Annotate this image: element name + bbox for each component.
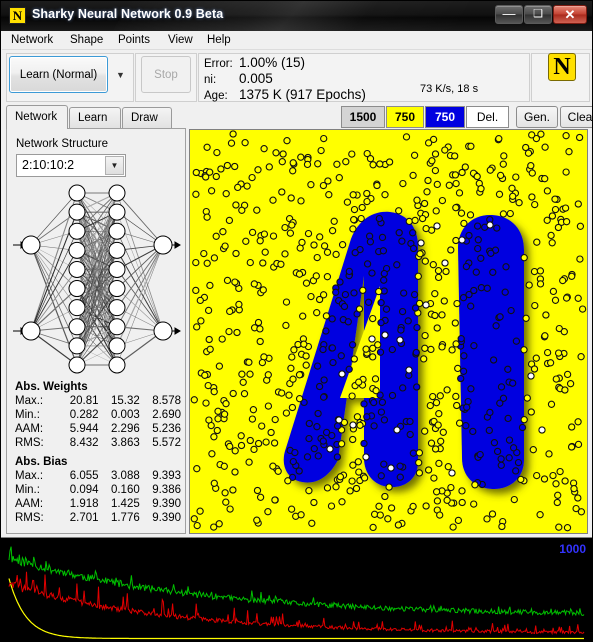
row-col2: 2.296 (110, 423, 140, 435)
brand-logo-icon: N (548, 53, 576, 81)
minimize-button[interactable]: — (495, 5, 523, 24)
menu-item-view[interactable]: View (163, 33, 198, 47)
row-col2: 0.160 (110, 484, 140, 496)
generate-points-button[interactable]: Gen. (516, 106, 558, 128)
graph-plot (1, 538, 592, 641)
age-value: 1375 K (917 Epochs) (239, 87, 366, 102)
row-col1: 5.944 (69, 423, 99, 435)
menu-item-network[interactable]: Network (6, 33, 58, 47)
row-col1: 6.055 (69, 470, 99, 482)
row-col3: 5.572 (152, 437, 181, 449)
row-col1: 0.094 (69, 484, 99, 496)
error-value: 1.00% (15) (239, 55, 306, 70)
table-row: Min.: 0.094 0.160 9.386 (15, 483, 185, 497)
row-col3: 9.390 (152, 512, 181, 524)
maximize-button[interactable]: ❑ (524, 5, 552, 24)
row-col3: 9.393 (152, 470, 181, 482)
row-col3: 8.578 (152, 395, 181, 407)
table-row: RMS: 8.432 3.863 5.572 (15, 436, 185, 450)
row-col3: 5.236 (152, 423, 181, 435)
row-col2: 1.776 (110, 512, 140, 524)
row-key: Max.: (15, 395, 44, 407)
row-key: AAM: (15, 423, 44, 435)
stop-button[interactable]: Stop (141, 56, 191, 93)
tab-draw[interactable]: Draw (122, 107, 172, 128)
network-structure-select[interactable]: 2:10:10:2 ▼ (16, 154, 126, 177)
row-col1: 1.918 (69, 498, 99, 510)
speed-indicator: 73 K/s, 18 s (420, 83, 479, 95)
menu-item-shape[interactable]: Shape (65, 33, 108, 47)
row-key: Max.: (15, 470, 44, 482)
age-label: Age: (204, 90, 228, 102)
tab-network[interactable]: Network (6, 105, 68, 129)
table-row: AAM: 1.918 1.425 9.390 (15, 497, 185, 511)
row-col2: 3.863 (110, 437, 140, 449)
table-row: Max.: 6.055 3.088 9.393 (15, 469, 185, 483)
app-icon: N (9, 7, 26, 24)
abs-bias-block: Abs. Bias Max.: 6.055 3.088 9.393 Min.: … (15, 456, 185, 525)
menu-item-help[interactable]: Help (202, 33, 236, 47)
close-icon: ✕ (564, 7, 576, 22)
row-col3: 9.386 (152, 484, 181, 496)
row-key: AAM: (15, 498, 44, 510)
chevron-down-icon[interactable]: ▼ (112, 56, 129, 93)
row-col3: 9.390 (152, 498, 181, 510)
clear-points-button[interactable]: Clear (560, 106, 592, 128)
graph-max-label: 1000 (559, 542, 586, 556)
table-row: Max.: 20.81 15.32 8.578 (15, 394, 185, 408)
maximize-icon: ❑ (533, 8, 543, 20)
minimize-icon: — (502, 6, 516, 21)
menu-bar: Network Shape Points View Help (2, 31, 592, 50)
abs-bias-title: Abs. Bias (15, 456, 68, 468)
row-col2: 15.32 (110, 395, 140, 407)
row-col2: 3.088 (110, 470, 140, 482)
row-col1: 20.81 (69, 395, 99, 407)
tab-learn[interactable]: Learn (69, 107, 121, 128)
abs-weights-table: Max.: 20.81 15.32 8.578 Min.: 0.282 0.00… (15, 394, 185, 450)
row-col2: 0.003 (110, 409, 140, 421)
network-structure-label: Network Structure (16, 138, 109, 150)
row-key: RMS: (15, 437, 44, 449)
row-col1: 8.432 (69, 437, 99, 449)
menu-item-points[interactable]: Points (113, 33, 155, 47)
canvas-render (190, 130, 587, 533)
learn-button[interactable]: Learn (Normal) (9, 56, 108, 93)
error-label: Error: (204, 58, 233, 70)
network-diagram (13, 184, 181, 374)
row-col2: 1.425 (110, 498, 140, 510)
row-key: Min.: (15, 409, 40, 421)
error-history-graph: 1000 (1, 537, 592, 641)
points-1500-button[interactable]: 1500 (341, 106, 385, 128)
ni-value: 0.005 (239, 71, 273, 86)
application-window: N Sharky Neural Network 0.9 Beta — ❑ ✕ N… (0, 0, 593, 642)
abs-bias-table: Max.: 6.055 3.088 9.393 Min.: 0.094 0.16… (15, 469, 185, 525)
window-title: Sharky Neural Network 0.9 Beta (32, 7, 224, 21)
close-button[interactable]: ✕ (553, 5, 587, 24)
row-col1: 0.282 (69, 409, 99, 421)
points-750-yellow-button[interactable]: 750 (386, 106, 424, 128)
abs-weights-title: Abs. Weights (15, 381, 88, 393)
classification-canvas[interactable] (189, 129, 588, 534)
table-row: RMS: 2.701 1.776 9.390 (15, 511, 185, 525)
abs-weights-block: Abs. Weights Max.: 20.81 15.32 8.578 Min… (15, 381, 185, 450)
toolbar: Learn (Normal) ▼ Stop Error: 1.00% (15) … (2, 50, 592, 105)
points-750-blue-button[interactable]: 750 (425, 106, 465, 128)
network-structure-value: 2:10:10:2 (22, 158, 75, 172)
row-col3: 2.690 (152, 409, 181, 421)
title-bar: N Sharky Neural Network 0.9 Beta — ❑ ✕ (1, 1, 592, 31)
table-row: Min.: 0.282 0.003 2.690 (15, 408, 185, 422)
row-key: Min.: (15, 484, 40, 496)
table-row: AAM: 5.944 2.296 5.236 (15, 422, 185, 436)
chevron-down-icon[interactable]: ▼ (105, 156, 124, 175)
delete-points-button[interactable]: Del. (466, 106, 509, 128)
row-key: RMS: (15, 512, 44, 524)
ni-label: ni: (204, 74, 217, 86)
network-panel: Network Structure 2:10:10:2 ▼ Abs. Weigh… (6, 128, 186, 534)
row-col1: 2.701 (69, 512, 99, 524)
tab-strip: Network Learn Draw (6, 105, 186, 129)
